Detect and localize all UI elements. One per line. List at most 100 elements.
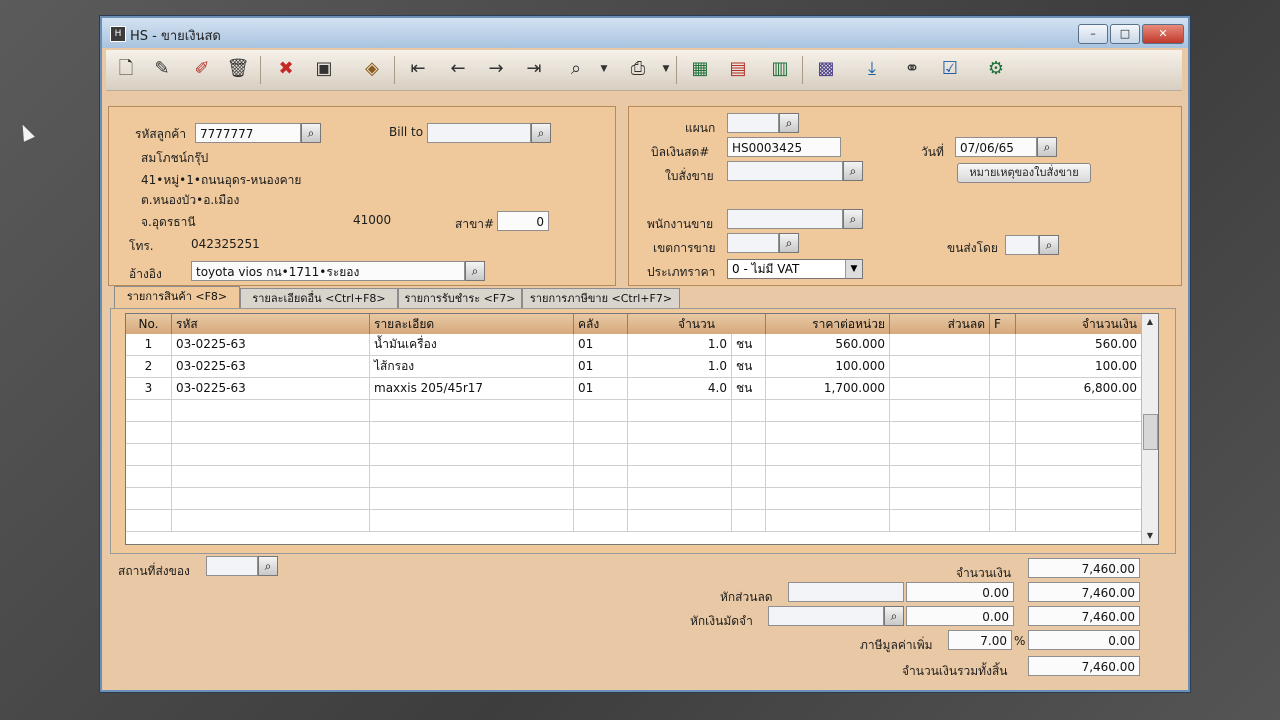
table-row[interactable]: 3 03-0225-63 maxxis 205/45r17 01 4.0 ชน … bbox=[126, 378, 1142, 400]
delete-icon[interactable]: 🗑 bbox=[224, 55, 252, 83]
search-icon[interactable]: ⌕ bbox=[779, 113, 799, 133]
title-bar[interactable]: H HS - ขายเงินสด – □ ✕ bbox=[102, 18, 1188, 48]
table-row[interactable]: 1 03-0225-63 น้ำมันเครื่อง 01 1.0 ชน 560… bbox=[126, 334, 1142, 356]
table-row[interactable] bbox=[126, 488, 1142, 510]
search-icon[interactable]: ⌕ bbox=[1039, 235, 1059, 255]
col-unit-price[interactable]: ราคาต่อหน่วย bbox=[766, 314, 890, 334]
cell-unit-price: 100.000 bbox=[766, 356, 890, 377]
scroll-down-icon[interactable]: ▼ bbox=[1142, 528, 1158, 544]
cell-unit bbox=[732, 488, 766, 509]
search-icon[interactable]: ⌕ bbox=[843, 161, 863, 181]
cell-unit bbox=[732, 510, 766, 531]
chart-icon[interactable]: ▥ bbox=[766, 55, 794, 83]
col-amount[interactable]: จำนวนเงิน bbox=[1016, 314, 1142, 334]
table-row[interactable] bbox=[126, 510, 1142, 532]
first-icon[interactable]: ⇤ bbox=[404, 55, 432, 83]
maximize-button[interactable]: □ bbox=[1110, 24, 1140, 44]
reference-field[interactable]: toyota vios กน•1711•ระยอง bbox=[191, 261, 465, 281]
cell-unit-price bbox=[766, 466, 890, 487]
chevron-down-icon[interactable]: ▼ bbox=[845, 260, 862, 278]
search-icon[interactable]: ⌕ bbox=[465, 261, 485, 281]
search-icon[interactable]: ⌕ bbox=[884, 606, 904, 626]
order-note-button[interactable]: หมายเหตุของใบสั่งขาย bbox=[957, 163, 1091, 183]
prev-icon[interactable]: ← bbox=[444, 55, 472, 83]
search-icon[interactable]: ⌕ bbox=[779, 233, 799, 253]
minimize-button[interactable]: – bbox=[1078, 24, 1108, 44]
tools-icon[interactable]: ⚙ bbox=[982, 55, 1010, 83]
col-f[interactable]: F bbox=[990, 314, 1016, 334]
print-icon[interactable]: ⎙ bbox=[624, 55, 652, 83]
branch-field[interactable]: 0 bbox=[497, 211, 549, 231]
edit-icon[interactable]: ✎ bbox=[148, 55, 176, 83]
cell-amount bbox=[1016, 466, 1142, 487]
tab-payments[interactable]: รายการรับชำระ <F7> bbox=[398, 288, 522, 309]
edit-doc-icon[interactable]: ✐ bbox=[188, 55, 216, 83]
price-type-select[interactable]: 0 - ไม่มี VAT ▼ bbox=[727, 259, 863, 279]
vat-rate-field[interactable]: 7.00 bbox=[948, 630, 1012, 650]
ship-place-field[interactable] bbox=[206, 556, 258, 576]
col-discount[interactable]: ส่วนลด bbox=[890, 314, 990, 334]
search-icon[interactable]: ⌕ bbox=[531, 123, 551, 143]
deposit-field[interactable]: 0.00 bbox=[906, 606, 1014, 626]
tab-details[interactable]: รายละเอียดอื่น <Ctrl+F8> bbox=[240, 288, 398, 309]
date-field[interactable]: 07/06/65 bbox=[955, 137, 1037, 157]
last-icon[interactable]: ⇥ bbox=[520, 55, 548, 83]
sales-order-field[interactable] bbox=[727, 161, 843, 181]
search-doc-icon[interactable]: ⌕ bbox=[562, 55, 590, 83]
search-icon[interactable]: ⌕ bbox=[258, 556, 278, 576]
ship-by-field[interactable] bbox=[1005, 235, 1039, 255]
col-no[interactable]: No. bbox=[126, 314, 172, 334]
search-icon[interactable]: ⌕ bbox=[301, 123, 321, 143]
items-grid[interactable]: No. รหัส รายละเอียด คลัง จำนวน ราคาต่อหน… bbox=[125, 313, 1159, 545]
vat-label: ภาษีมูลค่าเพิ่ม bbox=[860, 638, 933, 652]
table-row[interactable] bbox=[126, 400, 1142, 422]
cell-f bbox=[990, 444, 1016, 465]
chevron-down-icon[interactable]: ▼ bbox=[590, 55, 618, 83]
discount-text-field[interactable] bbox=[788, 582, 904, 602]
scroll-up-icon[interactable]: ▲ bbox=[1142, 314, 1158, 330]
cell-no bbox=[126, 444, 172, 465]
billto-field[interactable] bbox=[427, 123, 531, 143]
search-icon[interactable]: ⌕ bbox=[843, 209, 863, 229]
discount-label: หักส่วนลด bbox=[720, 590, 773, 604]
customer-code-field[interactable]: 7777777 bbox=[195, 123, 301, 143]
sales-area-field[interactable] bbox=[727, 233, 779, 253]
cell-discount bbox=[890, 356, 990, 377]
close-button[interactable]: ✕ bbox=[1142, 24, 1184, 44]
cell-code bbox=[172, 422, 370, 443]
link-icon[interactable]: ⚭ bbox=[898, 55, 926, 83]
discount-field[interactable]: 0.00 bbox=[906, 582, 1014, 602]
col-qty[interactable]: จำนวน bbox=[628, 314, 766, 334]
bill-no-field[interactable]: HS0003425 bbox=[727, 137, 841, 157]
cell-no bbox=[126, 422, 172, 443]
cell-unit: ชน bbox=[732, 378, 766, 399]
tab-sales-tax[interactable]: รายการภาษีขาย <Ctrl+F7> bbox=[522, 288, 680, 309]
batch-icon[interactable]: ◈ bbox=[358, 55, 386, 83]
cancel-icon[interactable]: ✖ bbox=[272, 55, 300, 83]
calendar-icon[interactable]: ▩ bbox=[812, 55, 840, 83]
col-code[interactable]: รหัส bbox=[172, 314, 370, 334]
table-row[interactable] bbox=[126, 422, 1142, 444]
new-icon[interactable]: 🗋 bbox=[112, 55, 140, 83]
save-icon[interactable]: ▣ bbox=[310, 55, 338, 83]
report-icon[interactable]: ▦ bbox=[686, 55, 714, 83]
next-icon[interactable]: → bbox=[482, 55, 510, 83]
approve-icon[interactable]: ☑ bbox=[936, 55, 964, 83]
import-icon[interactable]: ⤓ bbox=[858, 55, 886, 83]
tab-items[interactable]: รายการสินค้า <F8> bbox=[114, 286, 240, 309]
calendar-icon[interactable]: ⌕ bbox=[1037, 137, 1057, 157]
scroll-thumb[interactable] bbox=[1143, 414, 1158, 450]
table-row[interactable]: 2 03-0225-63 ไส้กรอง 01 1.0 ชน 100.000 1… bbox=[126, 356, 1142, 378]
table-row[interactable] bbox=[126, 444, 1142, 466]
col-store[interactable]: คลัง bbox=[574, 314, 628, 334]
deposit-ref-field[interactable] bbox=[768, 606, 884, 626]
col-description[interactable]: รายละเอียด bbox=[370, 314, 574, 334]
cell-code bbox=[172, 488, 370, 509]
table-row[interactable] bbox=[126, 466, 1142, 488]
ship-place-label: สถานที่ส่งของ bbox=[118, 564, 190, 578]
department-field[interactable] bbox=[727, 113, 779, 133]
grid-scrollbar[interactable]: ▲ ▼ bbox=[1141, 314, 1158, 544]
calc-icon[interactable]: ▤ bbox=[724, 55, 752, 83]
amount-label: จำนวนเงิน bbox=[956, 566, 1012, 580]
salesman-field[interactable] bbox=[727, 209, 843, 229]
